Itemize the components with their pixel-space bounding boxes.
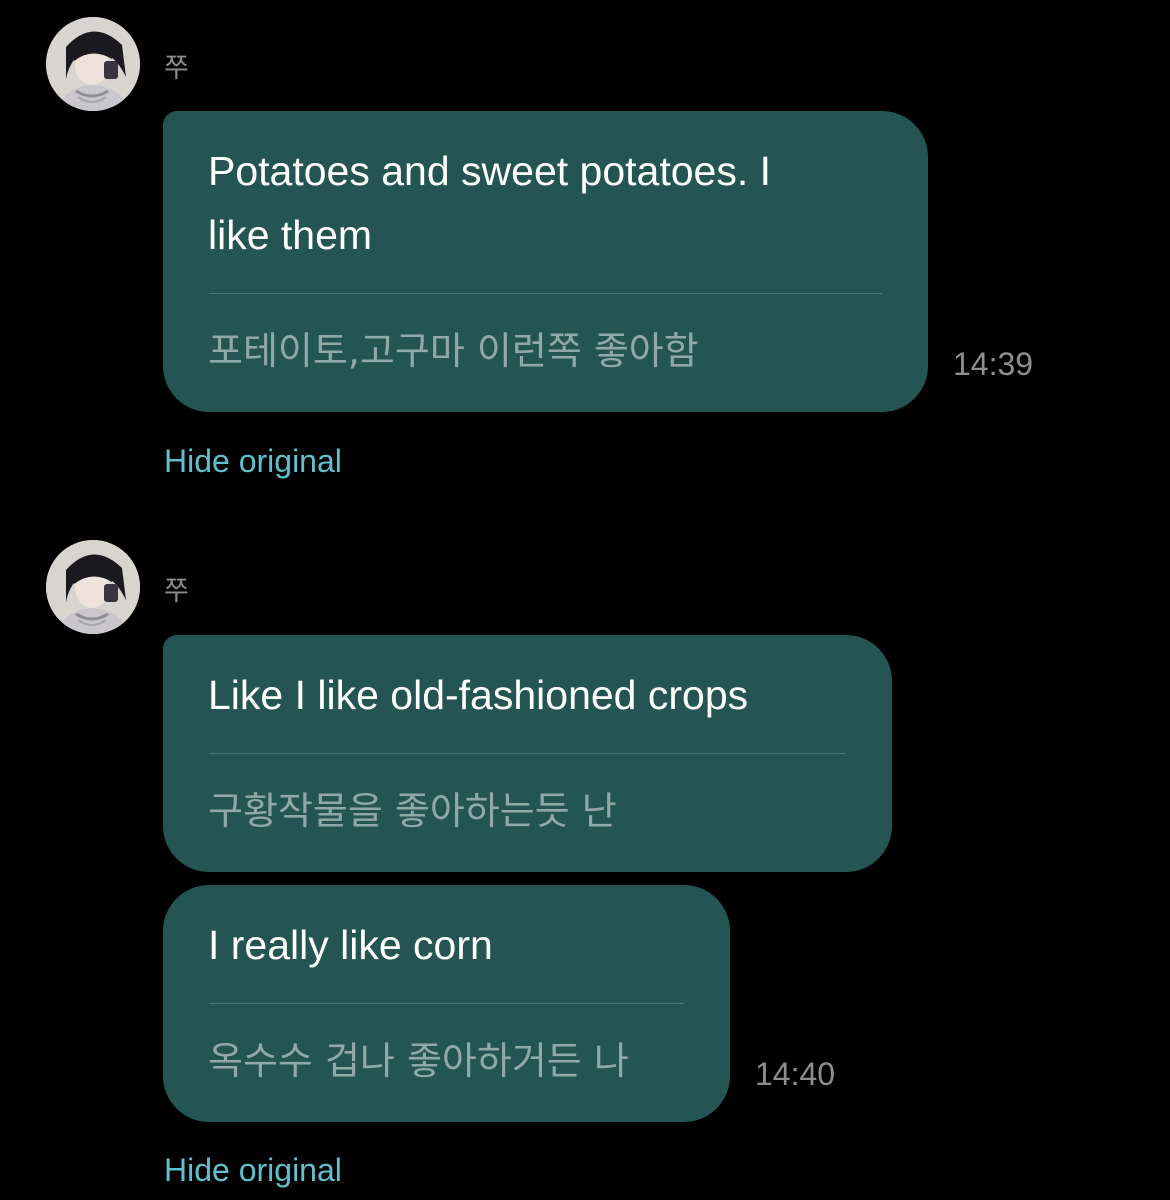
message-bubble[interactable]: Like I like old-fashioned crops 구황작물을 좋아… <box>163 635 892 872</box>
sender-name: 쭈 <box>164 576 189 607</box>
hide-original-link[interactable]: Hide original <box>164 1152 342 1189</box>
translated-text: I really like corn <box>208 922 493 968</box>
sender-avatar[interactable] <box>46 540 140 634</box>
translated-text: Potatoes and sweet potatoes. I like them <box>208 148 771 258</box>
bubble-divider <box>209 293 882 294</box>
translated-text: Like I like old-fashioned crops <box>208 672 749 718</box>
sender-avatar[interactable] <box>46 17 140 111</box>
original-text: 포테이토,고구마 이런쪽 좋아함 <box>208 329 699 373</box>
hide-original-link[interactable]: Hide original <box>164 443 342 480</box>
avatar-image <box>46 17 140 111</box>
original-text: 구황작물을 좋아하는듯 난 <box>208 789 617 833</box>
message-timestamp: 14:40 <box>755 1056 836 1092</box>
bubble-divider <box>209 753 846 754</box>
original-text: 옥수수 겁나 좋아하거든 나 <box>208 1039 629 1083</box>
message-bubble[interactable]: Potatoes and sweet potatoes. I like them… <box>163 111 928 412</box>
avatar-image <box>46 540 140 634</box>
message-timestamp: 14:39 <box>953 346 1034 382</box>
bubble-divider <box>209 1003 684 1004</box>
sender-name: 쭈 <box>164 53 189 84</box>
message-bubble[interactable]: I really like corn 옥수수 겁나 좋아하거든 나 <box>163 885 730 1122</box>
